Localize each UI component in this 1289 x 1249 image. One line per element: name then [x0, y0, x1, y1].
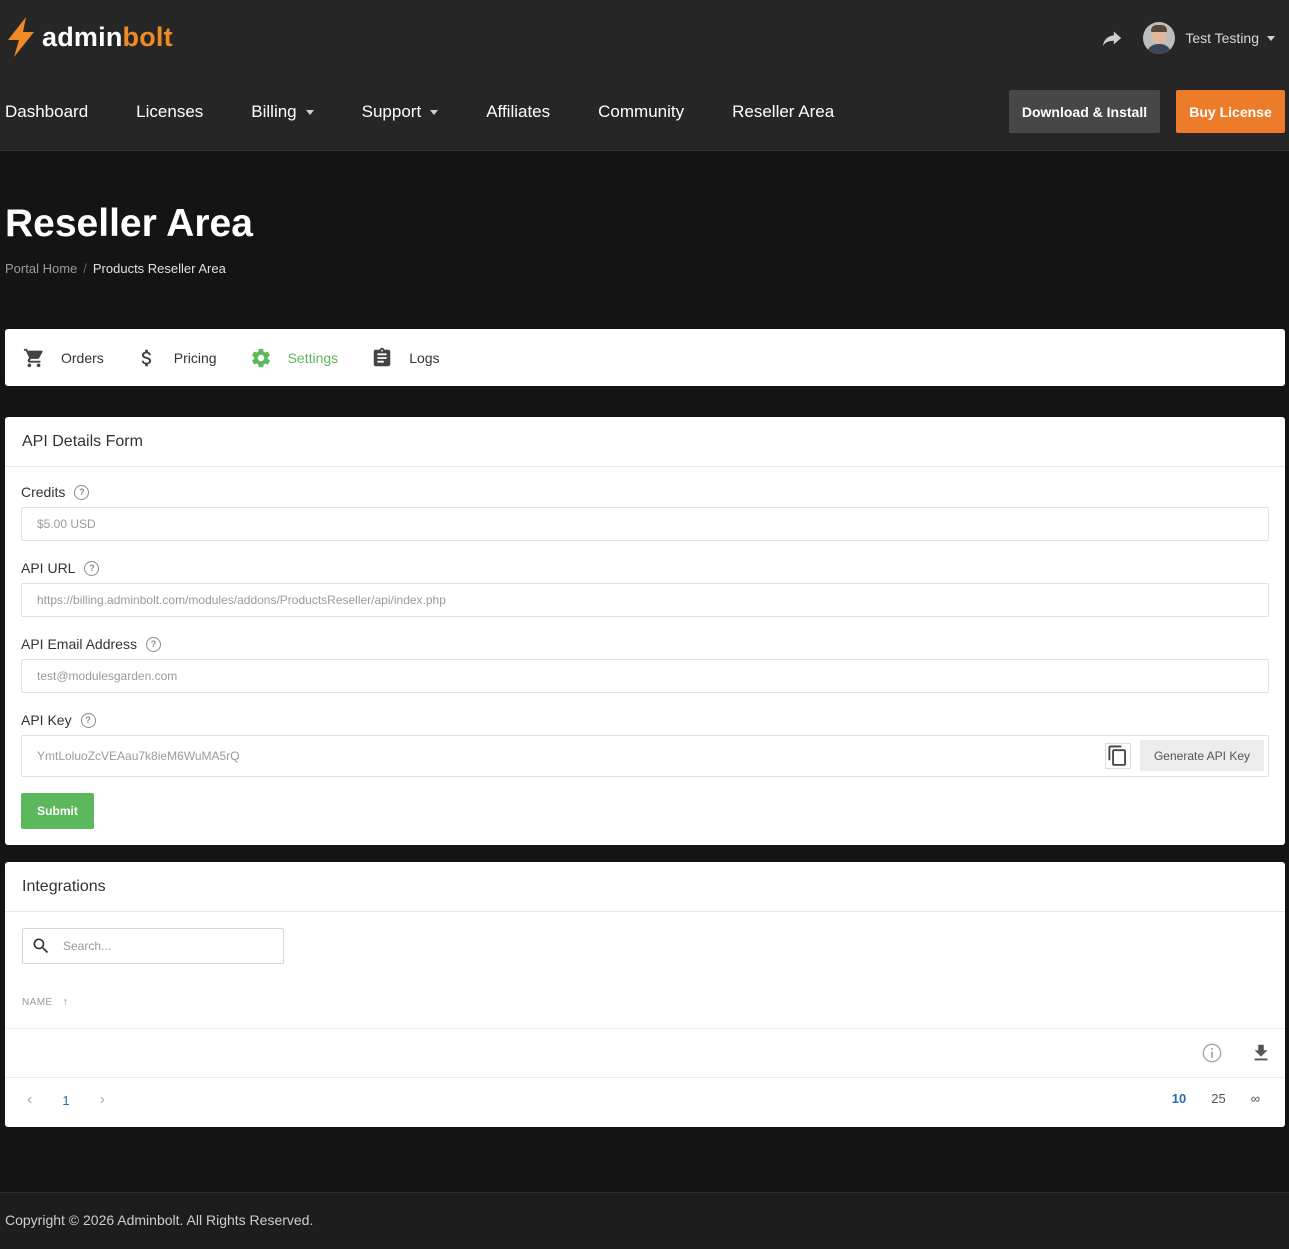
column-header-name-label: NAME — [22, 996, 53, 1008]
credits-value: $5.00 USD — [37, 517, 96, 531]
tab-orders[interactable]: Orders — [23, 329, 104, 386]
breadcrumb: Portal Home / Products Reseller Area — [5, 261, 226, 276]
tab-pricing-label: Pricing — [173, 349, 217, 366]
integrations-panel: Integrations Search... NAME ↑ ‹ 1 › 10 2… — [5, 862, 1285, 1127]
gear-icon — [250, 347, 272, 369]
generate-api-key-button[interactable]: Generate API Key — [1140, 740, 1264, 771]
tab-pricing[interactable]: Pricing — [136, 329, 217, 386]
api-url-label-text: API URL — [21, 560, 76, 576]
help-icon[interactable]: ? — [80, 712, 96, 728]
info-icon[interactable] — [1201, 1042, 1223, 1064]
reseller-tabs: Orders Pricing Settings Logs — [5, 329, 1285, 386]
credits-label: Credits? — [21, 484, 90, 500]
top-navbar: adminbolt Test Testing Dashboard License… — [0, 0, 1289, 151]
credits-field: $5.00 USD — [21, 507, 1269, 541]
nav-reseller-area[interactable]: Reseller Area — [732, 102, 834, 122]
nav-reseller-area-label: Reseller Area — [732, 102, 835, 121]
divider — [5, 1077, 1285, 1078]
buy-license-button[interactable]: Buy License — [1176, 90, 1285, 133]
search-input[interactable]: Search... — [22, 928, 284, 964]
share-icon[interactable] — [1101, 27, 1123, 49]
avatar[interactable] — [1143, 22, 1176, 54]
column-header-name[interactable]: NAME ↑ — [22, 996, 68, 1008]
api-email-value: test@modulesgarden.com — [37, 669, 178, 683]
logo-text: adminbolt — [42, 22, 173, 53]
footer: Copyright © 2026 Adminbolt. All Rights R… — [0, 1193, 1289, 1249]
nav-affiliates-label: Affiliates — [486, 102, 551, 121]
logo[interactable]: adminbolt — [4, 16, 173, 58]
nav-community[interactable]: Community — [598, 102, 684, 122]
page-size-10[interactable]: 10 — [1172, 1091, 1186, 1106]
user-menu-caret-icon[interactable] — [1267, 35, 1275, 41]
nav-licenses-label: Licenses — [136, 102, 204, 121]
api-key-label: API Key? — [21, 712, 96, 728]
nav-support[interactable]: Support — [362, 102, 439, 122]
dollar-icon — [136, 347, 158, 369]
nav-licenses[interactable]: Licenses — [136, 102, 203, 122]
main-nav: Dashboard Licenses Billing Support Affil… — [5, 90, 882, 134]
tab-logs[interactable]: Logs — [371, 329, 440, 386]
chevron-down-icon — [430, 109, 439, 115]
api-details-panel: API Details Form Credits? $5.00 USD API … — [5, 417, 1285, 845]
breadcrumb-home[interactable]: Portal Home — [5, 261, 77, 276]
page-size-selector: 10 25 ∞ — [1147, 1091, 1260, 1106]
help-icon[interactable]: ? — [145, 636, 161, 652]
api-email-label-text: API Email Address — [21, 636, 137, 652]
api-details-title: API Details Form — [5, 417, 1285, 467]
divider — [5, 1028, 1285, 1029]
chevron-left-icon[interactable]: ‹ — [27, 1091, 32, 1109]
download-install-button[interactable]: Download & Install — [1009, 90, 1160, 133]
api-key-value: YmtLoluoZcVEAau7k8ieM6WuMA5rQ — [37, 749, 240, 763]
user-area: Test Testing — [1101, 20, 1275, 56]
api-url-value: https://billing.adminbolt.com/modules/ad… — [37, 593, 446, 607]
logo-text-part2: bolt — [122, 21, 173, 52]
sort-up-icon: ↑ — [62, 996, 69, 1008]
search-icon — [33, 938, 49, 954]
nav-dashboard[interactable]: Dashboard — [5, 102, 88, 122]
bolt-logo-icon — [8, 17, 34, 57]
user-name[interactable]: Test Testing — [1185, 30, 1259, 46]
api-url-label: API URL? — [21, 560, 100, 576]
chevron-down-icon — [305, 109, 314, 115]
page-size-all[interactable]: ∞ — [1251, 1091, 1260, 1106]
page-title: Reseller Area — [5, 202, 253, 245]
api-email-field[interactable]: test@modulesgarden.com — [21, 659, 1269, 693]
submit-button[interactable]: Submit — [21, 793, 94, 829]
nav-billing-label: Billing — [251, 102, 297, 121]
copy-icon[interactable] — [1105, 743, 1131, 769]
nav-support-label: Support — [361, 102, 422, 121]
nav-dashboard-label: Dashboard — [5, 102, 89, 121]
search-placeholder: Search... — [63, 939, 112, 953]
tab-logs-label: Logs — [409, 349, 440, 366]
api-key-field[interactable]: YmtLoluoZcVEAau7k8ieM6WuMA5rQ Generate A… — [21, 735, 1269, 777]
copyright-text: Copyright © 2026 Adminbolt. All Rights R… — [5, 1212, 314, 1228]
download-icon[interactable] — [1250, 1042, 1272, 1064]
credits-label-text: Credits — [21, 484, 66, 500]
api-url-field[interactable]: https://billing.adminbolt.com/modules/ad… — [21, 583, 1269, 617]
pagination: ‹ 1 › — [27, 1091, 105, 1109]
chevron-right-icon[interactable]: › — [100, 1091, 105, 1109]
nav-community-label: Community — [598, 102, 685, 121]
api-email-label: API Email Address? — [21, 636, 161, 652]
tab-orders-label: Orders — [61, 349, 104, 366]
nav-affiliates[interactable]: Affiliates — [486, 102, 550, 122]
breadcrumb-current: Products Reseller Area — [92, 261, 226, 276]
nav-billing[interactable]: Billing — [251, 102, 314, 122]
breadcrumb-separator: / — [83, 261, 87, 276]
integrations-title: Integrations — [5, 862, 1285, 912]
tab-settings[interactable]: Settings — [250, 329, 339, 386]
clipboard-icon — [371, 347, 393, 369]
page-number[interactable]: 1 — [62, 1093, 69, 1108]
api-key-label-text: API Key — [21, 712, 72, 728]
tab-settings-label: Settings — [287, 349, 339, 366]
page-size-25[interactable]: 25 — [1211, 1091, 1225, 1106]
help-icon[interactable]: ? — [74, 484, 90, 500]
cart-icon — [23, 347, 45, 369]
logo-text-part1: admin — [42, 21, 123, 52]
help-icon[interactable]: ? — [84, 560, 100, 576]
